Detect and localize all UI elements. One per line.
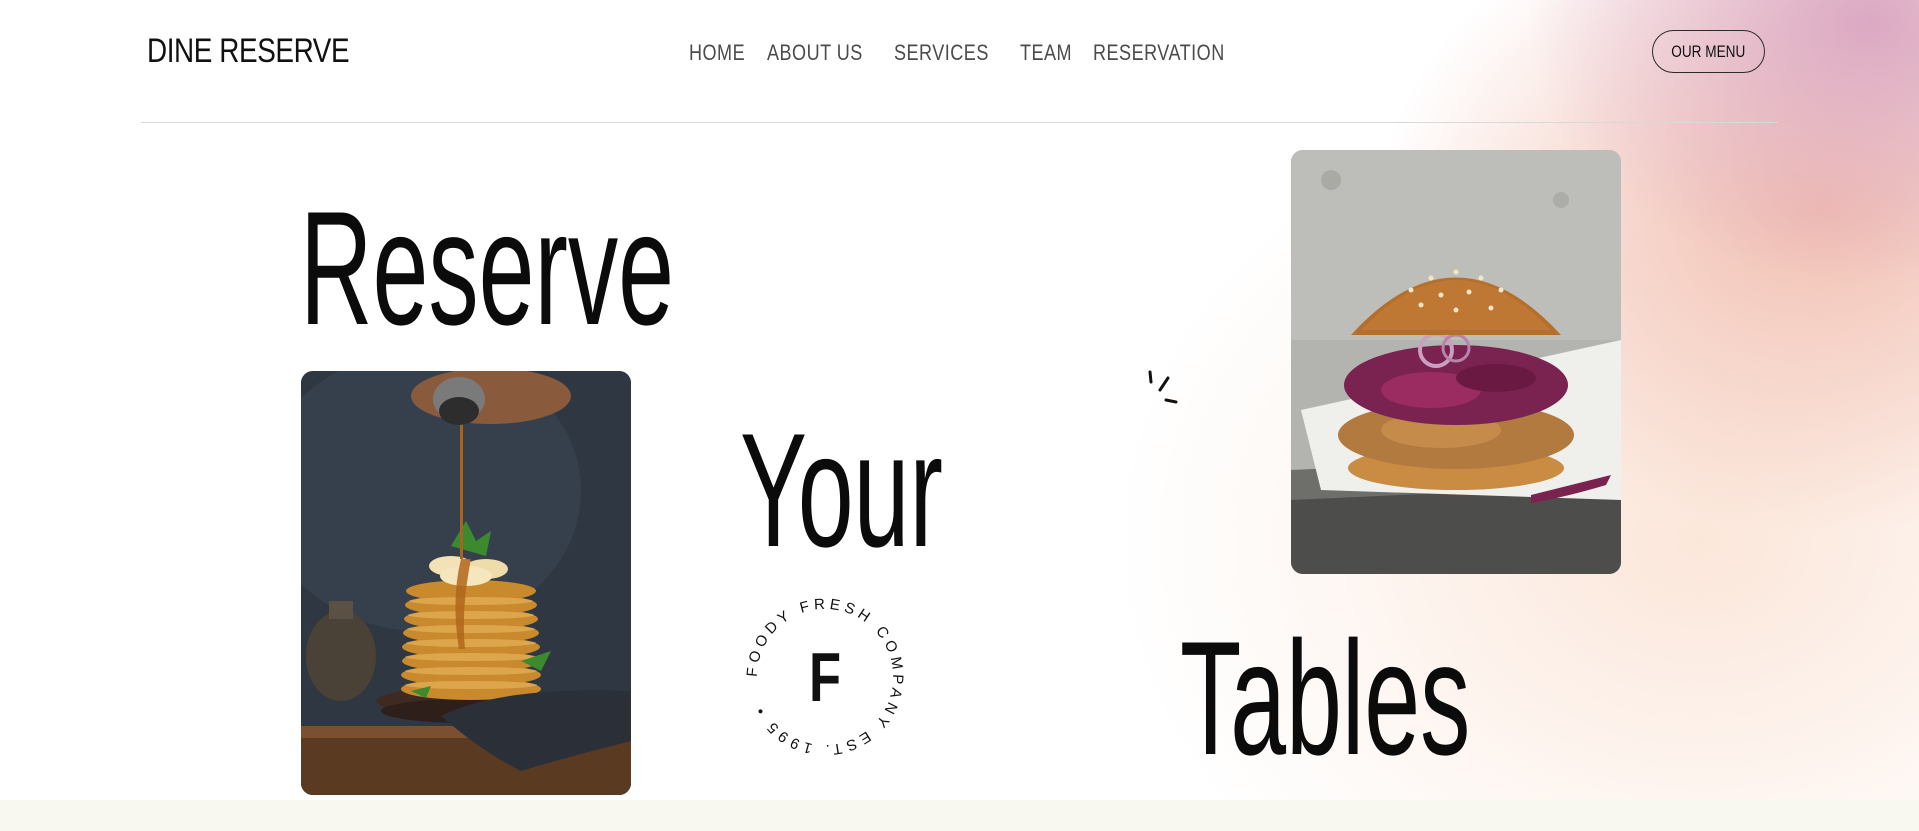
- spark-icon: [1148, 370, 1178, 404]
- nav-item-team[interactable]: TEAM: [1020, 40, 1072, 66]
- brand-logo[interactable]: DINE RESERVE: [147, 32, 350, 71]
- burger-illustration: [1291, 150, 1621, 574]
- main-nav: HOME ABOUT US SERVICES TEAM RESERVATION: [689, 40, 1236, 66]
- bottom-section-edge: [0, 800, 1919, 831]
- hero-word-reserve: Reserve: [300, 178, 675, 359]
- nav-item-about-us[interactable]: ABOUT US: [767, 40, 863, 66]
- nav-item-services[interactable]: SERVICES: [894, 40, 989, 66]
- foody-fresh-badge: FOODY FRESH COMPANY EST. 1995 • F: [740, 592, 910, 762]
- hero-word-tables: Tables: [1180, 608, 1471, 789]
- site-header: DINE RESERVE HOME ABOUT US SERVICES TEAM…: [141, 0, 1778, 123]
- our-menu-button[interactable]: OUR MENU: [1652, 30, 1765, 73]
- nav-item-reservation[interactable]: RESERVATION: [1093, 40, 1225, 66]
- burger-photo: [1291, 150, 1621, 574]
- our-menu-button-label: OUR MENU: [1671, 41, 1746, 61]
- nav-item-home[interactable]: HOME: [689, 40, 745, 66]
- badge-letter: F: [808, 638, 842, 716]
- hero-word-your: Your: [740, 400, 943, 581]
- pancakes-photo: [301, 371, 631, 795]
- pancakes-illustration: [301, 371, 631, 795]
